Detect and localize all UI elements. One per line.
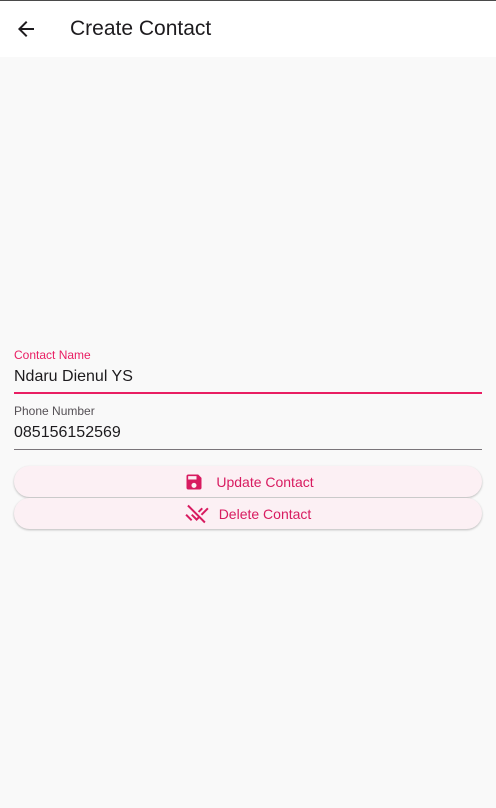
delete-contact-label: Delete Contact [218, 505, 312, 522]
page-title: Create Contact [70, 17, 212, 40]
phone-number-field[interactable]: Phone Number [14, 404, 482, 450]
remove-done-icon [185, 502, 209, 526]
contact-name-input[interactable] [14, 367, 482, 387]
phone-number-underline [14, 449, 482, 450]
contact-name-label: Contact Name [14, 348, 91, 362]
phone-number-input[interactable] [14, 423, 482, 443]
save-icon [182, 470, 206, 494]
arrow-back-icon [18, 21, 34, 37]
update-contact-label: Update Contact [216, 473, 314, 490]
back-button[interactable] [6, 9, 46, 49]
phone-number-label: Phone Number [14, 404, 95, 418]
app-bar: Create Contact [0, 1, 496, 57]
delete-contact-button[interactable]: Delete Contact [14, 498, 482, 529]
contact-name-underline [14, 392, 482, 394]
update-contact-button[interactable]: Update Contact [14, 466, 482, 497]
contact-name-field[interactable]: Contact Name [14, 348, 482, 394]
